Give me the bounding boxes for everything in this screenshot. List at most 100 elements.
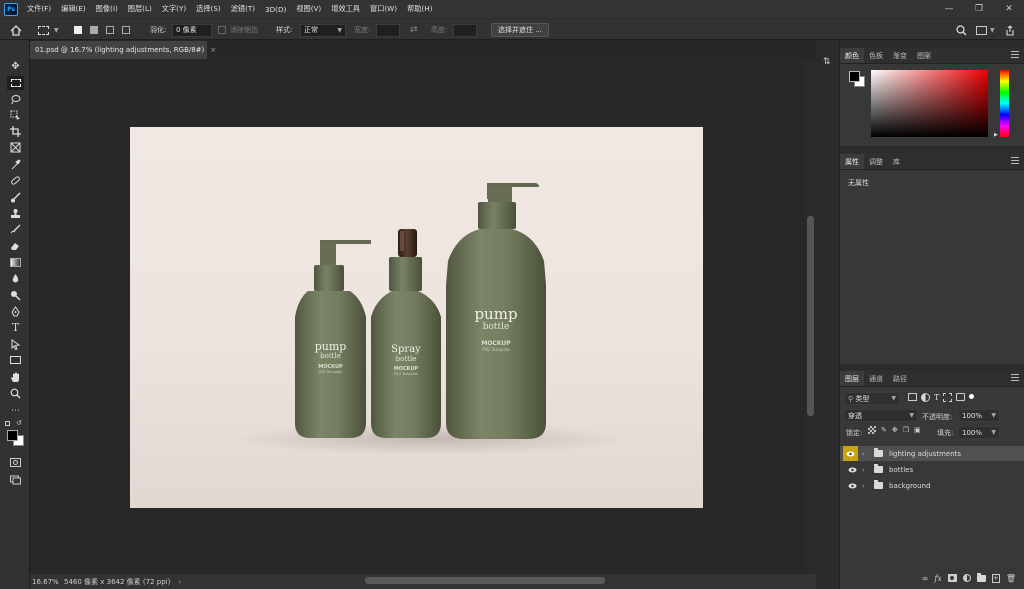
height-input[interactable] — [453, 23, 477, 37]
status-arrow-icon[interactable]: › — [178, 578, 181, 586]
pixel-filter-icon[interactable] — [908, 393, 917, 401]
lock-pixels-icon[interactable]: ✎ — [881, 426, 887, 434]
close-tab-icon[interactable]: × — [210, 46, 216, 54]
link-layers-icon[interactable]: ∞ — [922, 574, 929, 583]
new-adjustment-layer-icon[interactable] — [962, 574, 971, 582]
layer-name[interactable]: bottles — [889, 466, 913, 474]
color-field[interactable] — [871, 70, 988, 137]
width-input[interactable] — [376, 23, 400, 37]
healing-brush-tool-icon[interactable] — [7, 173, 24, 187]
menu-help[interactable]: 帮助(H) — [402, 4, 437, 14]
intersect-selection-icon[interactable] — [122, 26, 130, 34]
delete-layer-icon[interactable]: 🗑 — [1006, 574, 1016, 583]
tab-layers[interactable]: 图层 — [840, 371, 864, 386]
type-tool-icon[interactable]: T — [7, 320, 24, 334]
selection-mode-icons[interactable] — [74, 23, 130, 37]
layer-row-background[interactable]: › background — [840, 478, 1024, 493]
foreground-color-swatch[interactable] — [7, 430, 18, 441]
layer-row-lighting-adjustments[interactable]: › lighting adjustments — [840, 446, 1024, 461]
style-select[interactable]: 正常 ▼ — [300, 23, 346, 37]
tab-adjustments[interactable]: 调整 — [864, 154, 888, 169]
home-icon[interactable] — [10, 23, 22, 37]
tab-color[interactable]: 颜色 — [840, 48, 864, 63]
path-selection-tool-icon[interactable] — [7, 337, 24, 351]
add-mask-icon[interactable] — [947, 574, 957, 582]
color-fg-swatch[interactable] — [849, 71, 860, 82]
new-group-icon[interactable] — [976, 572, 986, 582]
zoom-level[interactable]: 16.67% — [32, 578, 60, 586]
move-tool-icon[interactable]: ✥ — [7, 59, 24, 73]
tab-paths[interactable]: 路径 — [888, 371, 912, 386]
eyedropper-tool-icon[interactable] — [7, 157, 24, 171]
blend-mode-select[interactable]: 穿透 ▼ — [844, 409, 918, 422]
type-filter-icon[interactable]: T — [934, 393, 939, 402]
restore-icon[interactable]: ❐ — [964, 0, 994, 18]
chevron-right-icon[interactable]: › — [862, 450, 870, 458]
menu-plugins[interactable]: 增效工具 — [326, 4, 365, 14]
menu-filter[interactable]: 滤镜(T) — [226, 4, 260, 14]
zoom-tool-icon[interactable] — [7, 386, 24, 400]
horizontal-scroll-thumb[interactable] — [365, 577, 605, 584]
menu-file[interactable]: 文件(F) — [22, 4, 56, 14]
subtract-selection-icon[interactable] — [106, 26, 114, 34]
menu-image[interactable]: 图像(I) — [91, 4, 123, 14]
hand-tool-icon[interactable] — [7, 370, 24, 384]
tab-patterns[interactable]: 图案 — [912, 48, 936, 63]
document-canvas[interactable]: pump bottle MOCKUP PSD Template Spray bo… — [130, 127, 703, 508]
clone-stamp-tool-icon[interactable] — [7, 206, 24, 220]
shape-filter-icon[interactable] — [943, 393, 953, 402]
frame-tool-icon[interactable] — [7, 140, 24, 154]
panel-menu-icon[interactable] — [1011, 51, 1019, 58]
feather-input[interactable]: 0 像素 — [172, 23, 212, 37]
opacity-input[interactable]: 100% ▼ — [958, 409, 1000, 422]
hue-slider-arrow-icon[interactable]: ▶ — [994, 132, 998, 138]
share-icon[interactable] — [1005, 23, 1015, 37]
eye-icon[interactable] — [846, 480, 858, 492]
gradient-tool-icon[interactable] — [7, 255, 24, 269]
marquee-preset-icon[interactable]: ▼ — [38, 23, 59, 37]
menu-edit[interactable]: 编辑(E) — [56, 4, 91, 14]
eye-icon[interactable] — [843, 446, 858, 461]
menu-window[interactable]: 窗口(W) — [365, 4, 402, 14]
chevron-right-icon[interactable]: › — [862, 466, 870, 474]
blur-tool-icon[interactable] — [7, 271, 24, 285]
select-and-mask-button[interactable]: 选择并遮住 ... — [491, 23, 549, 37]
document-tab[interactable]: 01.psd @ 16.7% (lighting adjustments, RG… — [30, 41, 216, 59]
brush-tool-icon[interactable] — [7, 190, 24, 204]
filter-toggle-icon[interactable] — [969, 394, 975, 399]
rectangle-tool-icon[interactable] — [7, 353, 24, 367]
screen-mode-icon[interactable] — [7, 472, 24, 486]
lock-position-icon[interactable]: ✥ — [892, 426, 898, 434]
menu-type[interactable]: 文字(Y) — [157, 4, 191, 14]
crop-tool-icon[interactable] — [7, 124, 24, 138]
tab-channels[interactable]: 通道 — [864, 371, 888, 386]
menu-view[interactable]: 视图(V) — [291, 4, 326, 14]
more-tools-icon[interactable]: ⋯ — [7, 404, 24, 418]
adjustment-filter-icon[interactable] — [921, 393, 930, 402]
default-colors-icon[interactable] — [5, 421, 10, 426]
dodge-tool-icon[interactable] — [7, 288, 24, 302]
lock-transparent-icon[interactable] — [868, 426, 876, 434]
menu-3d[interactable]: 3D(D) — [260, 5, 291, 14]
marquee-tool-icon[interactable] — [7, 76, 24, 90]
search-icon[interactable] — [956, 23, 967, 37]
chevron-right-icon[interactable]: › — [862, 482, 870, 490]
layer-style-icon[interactable]: fx — [934, 574, 941, 583]
history-brush-tool-icon[interactable] — [7, 222, 24, 236]
lock-artboard-icon[interactable]: ❐ — [903, 426, 909, 434]
swap-colors-icon[interactable]: ↺ — [16, 419, 22, 427]
hue-slider[interactable] — [1000, 70, 1009, 137]
tab-swatches[interactable]: 色板 — [864, 48, 888, 63]
layer-filter-select[interactable]: ⚲ 类型 ▼ — [844, 392, 900, 405]
layer-row-bottles[interactable]: › bottles — [840, 462, 1024, 477]
vertical-scrollbar[interactable] — [805, 59, 816, 574]
history-panel-icon[interactable]: ⇅ — [823, 57, 831, 67]
quick-mask-icon[interactable] — [7, 455, 24, 469]
workspace-icon[interactable]: ▼ — [976, 23, 995, 37]
layer-name[interactable]: lighting adjustments — [889, 450, 961, 458]
menu-select[interactable]: 选择(S) — [191, 4, 226, 14]
layer-name[interactable]: background — [889, 482, 930, 490]
eraser-tool-icon[interactable] — [7, 238, 24, 252]
lock-all-icon[interactable]: ▣ — [914, 426, 921, 434]
tab-libraries[interactable]: 库 — [888, 154, 905, 169]
